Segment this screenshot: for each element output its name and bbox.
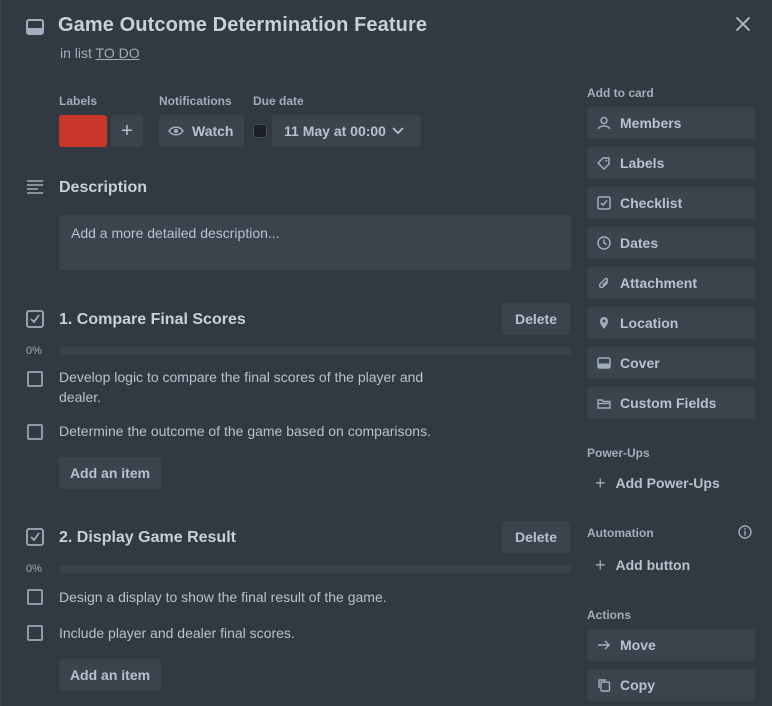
add-button-label: Add button xyxy=(615,557,691,573)
checklist-progress-bar xyxy=(59,347,571,355)
list-link[interactable]: TO DO xyxy=(96,45,140,61)
checklist-title[interactable]: 1. Compare Final Scores xyxy=(59,311,246,329)
location-label: Location xyxy=(620,315,679,331)
cover-label: Cover xyxy=(620,355,660,371)
checklist-item-text[interactable]: Determine the outcome of the game based … xyxy=(59,421,479,441)
add-to-card-heading: Add to card xyxy=(587,86,654,100)
plus-icon: + xyxy=(595,472,606,493)
copy-label: Copy xyxy=(620,677,655,693)
members-label: Members xyxy=(620,115,682,131)
location-button[interactable]: Location xyxy=(587,307,755,339)
labels-button[interactable]: Labels xyxy=(587,147,755,179)
labels-label: Labels xyxy=(620,155,665,171)
dates-label: Dates xyxy=(620,235,659,251)
checklist-item-checkbox[interactable] xyxy=(27,371,43,387)
checklist-item-checkbox[interactable] xyxy=(27,625,43,641)
add-button-button[interactable]: + Add button xyxy=(587,549,755,581)
person-icon xyxy=(597,116,611,130)
add-powerups-label: Add Power-Ups xyxy=(615,475,720,491)
automation-heading: Automation xyxy=(587,526,654,540)
checklist-progress-label: 0% xyxy=(26,345,42,357)
notifications-heading: Notifications xyxy=(159,94,232,108)
actions-heading: Actions xyxy=(587,608,632,622)
labels-heading: Labels xyxy=(59,94,98,108)
powerups-heading: Power-Ups xyxy=(587,446,650,460)
paperclip-icon xyxy=(597,276,611,290)
card-title[interactable]: Game Outcome Determination Feature xyxy=(58,14,427,37)
description-input[interactable]: Add a more detailed description... xyxy=(59,215,571,270)
add-item-button[interactable]: Add an item xyxy=(59,659,161,691)
add-item-button[interactable]: Add an item xyxy=(59,457,161,489)
due-complete-checkbox[interactable] xyxy=(253,124,267,138)
tag-icon xyxy=(597,156,611,170)
plus-icon: + xyxy=(595,554,606,575)
close-icon[interactable] xyxy=(731,12,755,36)
chevron-down-icon xyxy=(392,127,404,135)
copy-icon xyxy=(597,678,611,692)
checklist-item-text[interactable]: Develop logic to compare the final score… xyxy=(59,367,449,407)
attachment-label: Attachment xyxy=(620,275,698,291)
checklist-item-checkbox[interactable] xyxy=(27,589,43,605)
due-date-value: 11 May at 00:00 xyxy=(284,123,386,139)
checklist-title[interactable]: 2. Display Game Result xyxy=(59,529,236,547)
watch-label: Watch xyxy=(192,123,234,139)
attachment-button[interactable]: Attachment xyxy=(587,267,755,299)
checklist-progress-bar xyxy=(59,565,571,573)
label-chip-red[interactable] xyxy=(59,115,107,147)
plus-icon: + xyxy=(121,119,133,142)
checklist-item-text[interactable]: Design a display to show the final resul… xyxy=(59,587,479,607)
pin-icon xyxy=(597,316,611,330)
custom-fields-button[interactable]: Custom Fields xyxy=(587,387,755,419)
checklist-item-text[interactable]: Include player and dealer final scores. xyxy=(59,623,479,643)
cover-button[interactable]: Cover xyxy=(587,347,755,379)
card-list-info: in list TO DO xyxy=(60,45,140,61)
custom-fields-icon xyxy=(597,397,611,409)
custom-fields-label: Custom Fields xyxy=(620,395,717,411)
card-detail-modal: Game Outcome Determination Feature in li… xyxy=(0,0,772,706)
add-powerups-button[interactable]: + Add Power-Ups xyxy=(587,467,755,499)
checklist-icon xyxy=(597,196,611,210)
move-button[interactable]: Move xyxy=(587,629,755,661)
move-label: Move xyxy=(620,637,656,653)
card-icon xyxy=(25,18,45,36)
add-label-button[interactable]: + xyxy=(111,115,143,147)
clock-icon xyxy=(597,236,611,250)
description-heading: Description xyxy=(59,179,148,196)
copy-button[interactable]: Copy xyxy=(587,669,755,701)
members-button[interactable]: Members xyxy=(587,107,755,139)
checklist-item-checkbox[interactable] xyxy=(27,424,43,440)
checklist-progress-label: 0% xyxy=(26,563,42,575)
checklist-icon xyxy=(25,528,45,546)
description-icon xyxy=(25,179,45,195)
in-list-prefix: in list xyxy=(60,45,92,61)
due-date-button[interactable]: 11 May at 00:00 xyxy=(272,115,421,147)
watch-button[interactable]: Watch xyxy=(159,115,244,147)
checklist-icon xyxy=(25,310,45,328)
eye-icon xyxy=(168,125,184,137)
cover-icon xyxy=(597,357,611,369)
delete-checklist-button[interactable]: Delete xyxy=(502,303,570,335)
delete-checklist-button[interactable]: Delete xyxy=(502,521,570,553)
dates-button[interactable]: Dates xyxy=(587,227,755,259)
arrow-right-icon xyxy=(597,639,611,651)
info-icon[interactable] xyxy=(737,524,753,540)
checklist-label: Checklist xyxy=(620,195,683,211)
due-date-heading: Due date xyxy=(253,94,304,108)
checklist-button[interactable]: Checklist xyxy=(587,187,755,219)
